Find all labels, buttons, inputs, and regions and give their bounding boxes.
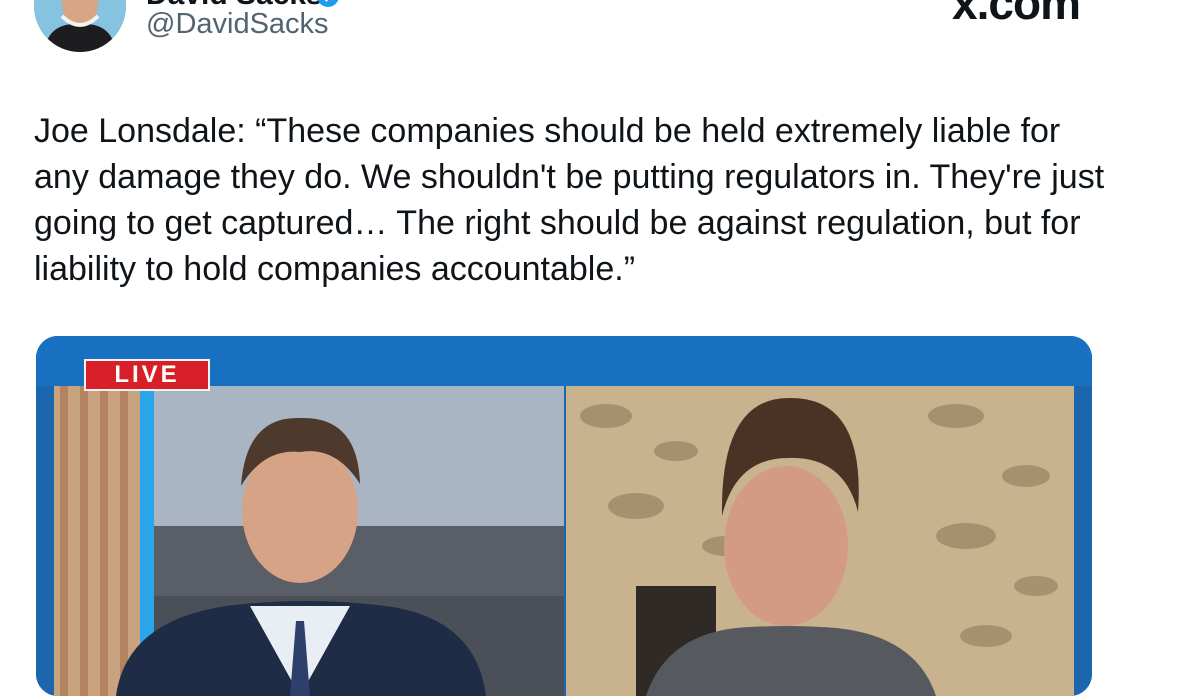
live-badge: LIVE xyxy=(84,359,210,391)
brand-domain: x.com xyxy=(952,0,1081,29)
verified-badge-icon xyxy=(316,0,340,8)
author-avatar[interactable] xyxy=(34,0,126,52)
tweet-text: Joe Lonsdale: “These companies should be… xyxy=(34,112,1105,288)
author-handle[interactable]: @DavidSacks xyxy=(146,8,329,41)
